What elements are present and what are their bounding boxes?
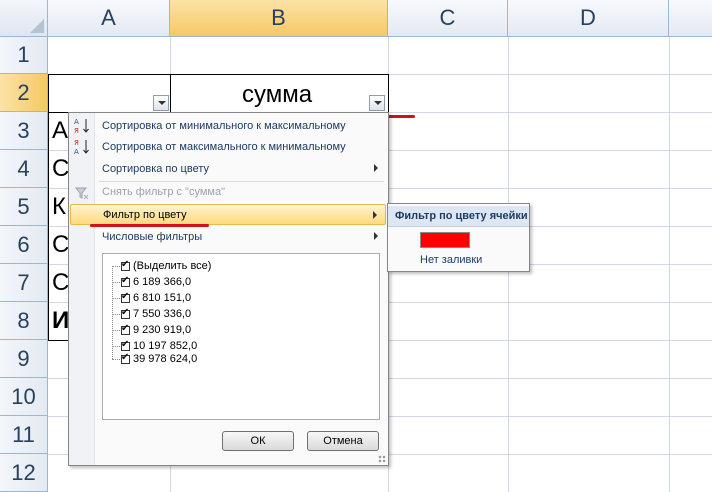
svg-text:A: A [74, 148, 79, 156]
checkbox-checked-icon[interactable] [121, 352, 130, 364]
filter-value-label: 9 230 919,0 [133, 324, 192, 336]
cell-a5-text: К [52, 193, 66, 220]
clear-filter-icon [74, 185, 90, 203]
cell-a7-text: С [52, 269, 70, 296]
checkbox-checked-icon[interactable] [121, 323, 130, 335]
menu-item-clear-filter[interactable]: Снять фильтр с "сумма" [95, 181, 386, 202]
submenu-title: Фильтр по цвету ячейки [388, 206, 529, 227]
row-header-3[interactable]: 3 [0, 112, 48, 150]
filter-dropdown-b-icon[interactable] [369, 95, 385, 111]
row-header-8[interactable]: 8 [0, 302, 48, 340]
select-all-triangle-icon [30, 19, 44, 33]
filter-value-label: 6 189 366,0 [133, 276, 192, 288]
submenu-arrow-icon [373, 211, 377, 219]
row-header-11[interactable]: 11 [0, 416, 48, 454]
row-header-4[interactable]: 4 [0, 150, 48, 188]
row-header-1[interactable]: 1 [0, 37, 48, 74]
svg-text:Я: Я [74, 127, 79, 135]
checkbox-checked-icon[interactable] [121, 259, 130, 271]
column-header-e[interactable] [669, 0, 712, 37]
select-all-corner[interactable] [0, 0, 48, 37]
menu-item-filter-by-color[interactable]: Фильтр по цвету [70, 204, 386, 225]
filter-value-select-all[interactable]: (Выделить все) [121, 258, 211, 274]
resize-grip-icon[interactable] [378, 455, 386, 463]
cell-a3-text: А [52, 117, 69, 144]
column-header-b[interactable]: B [170, 0, 388, 37]
tree-line [112, 266, 120, 267]
filter-value-item[interactable]: 7 550 336,0 [121, 306, 191, 322]
tree-line [112, 298, 120, 299]
filter-value-label: 7 550 336,0 [133, 308, 192, 320]
cancel-button[interactable]: Отмена [307, 431, 379, 451]
cell-b2-text: сумма [242, 81, 313, 108]
sort-ascending-icon: AЯ [74, 117, 90, 135]
tree-line [112, 282, 120, 283]
red-color-swatch[interactable] [420, 232, 470, 248]
checkbox-checked-icon[interactable] [121, 275, 130, 287]
filter-dropdown-a-icon[interactable] [153, 95, 169, 111]
svg-text:Я: Я [74, 139, 79, 147]
column-header-c[interactable]: C [388, 0, 508, 37]
row-header-10[interactable]: 10 [0, 378, 48, 416]
row-header-6[interactable]: 6 [0, 226, 48, 264]
filter-value-item[interactable]: 9 230 919,0 [121, 322, 191, 338]
checkbox-checked-icon[interactable] [121, 307, 130, 319]
autofilter-menu: AЯ Сортировка от минимального к максимал… [68, 112, 389, 466]
menu-item-sort-by-color-label: Сортировка по цвету [102, 162, 209, 175]
menu-item-sort-asc[interactable]: Сортировка от минимального к максимально… [95, 115, 386, 136]
no-fill-option[interactable]: Нет заливки [420, 254, 482, 266]
filter-value-label: 39 978 624,0 [133, 353, 198, 365]
menu-item-filter-by-color-label: Фильтр по цвету [103, 208, 187, 221]
submenu-arrow-icon [374, 232, 378, 240]
row-header-5[interactable]: 5 [0, 188, 48, 226]
filter-value-item[interactable]: 6 810 151,0 [121, 290, 191, 306]
filter-values-list[interactable]: (Выделить все) 6 189 366,0 6 810 151,0 7… [102, 253, 380, 420]
checkbox-checked-icon[interactable] [121, 339, 130, 351]
menu-item-number-filters[interactable]: Числовые фильтры [95, 226, 386, 247]
menu-item-number-filters-label: Числовые фильтры [102, 230, 203, 243]
row-header-9[interactable]: 9 [0, 340, 48, 378]
ok-button[interactable]: ОК [222, 431, 294, 451]
annotation-underline [90, 224, 209, 227]
column-header-a[interactable]: A [48, 0, 170, 37]
row-header-7[interactable]: 7 [0, 264, 48, 302]
svg-text:A: A [74, 118, 79, 126]
filter-value-label: (Выделить все) [133, 260, 212, 272]
checkbox-checked-icon[interactable] [121, 291, 130, 303]
submenu-arrow-icon [374, 164, 378, 172]
cell-a8-text: И [52, 307, 70, 334]
tree-line [112, 346, 120, 347]
filter-value-label: 6 810 151,0 [133, 292, 192, 304]
column-header-d[interactable]: D [508, 0, 669, 37]
sort-descending-icon: ЯA [74, 138, 90, 156]
cell-a4-text: С [52, 155, 70, 182]
cell-a6-text: С [52, 231, 70, 258]
menu-item-sort-desc[interactable]: Сортировка от максимального к минимально… [95, 136, 386, 157]
row-header-12[interactable]: 12 [0, 454, 48, 492]
tree-line [112, 314, 120, 315]
filter-by-color-submenu: Фильтр по цвету ячейки Нет заливки [387, 203, 530, 272]
filter-value-item[interactable]: 6 189 366,0 [121, 274, 191, 290]
menu-gutter [69, 113, 95, 465]
row-header-2[interactable]: 2 [0, 74, 48, 112]
tree-line [112, 330, 120, 331]
menu-item-sort-by-color[interactable]: Сортировка по цвету [95, 158, 386, 179]
tree-line [112, 359, 120, 360]
filter-value-item[interactable]: 39 978 624,0 [121, 351, 197, 367]
